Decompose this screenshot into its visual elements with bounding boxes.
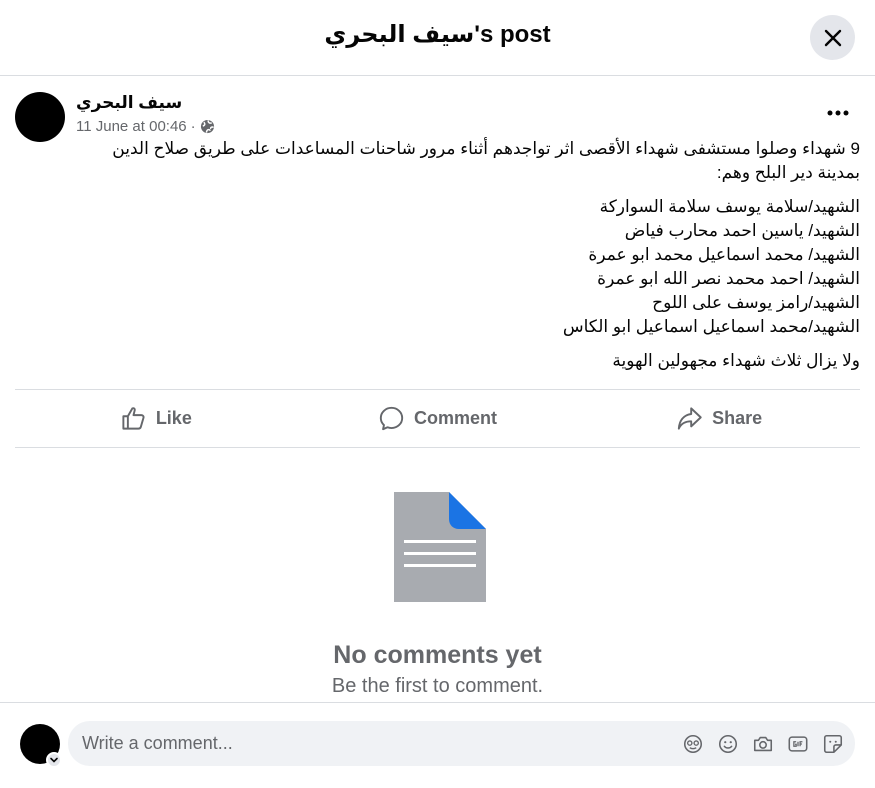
empty-state-subtitle: Be the first to comment. xyxy=(331,675,544,697)
like-button[interactable]: Like xyxy=(15,390,297,447)
sticker-button[interactable] xyxy=(820,731,845,756)
author-avatar[interactable] xyxy=(15,92,65,142)
comment-button[interactable]: Comment xyxy=(297,390,579,447)
like-label: Like xyxy=(155,408,192,428)
gif-button[interactable] xyxy=(785,731,810,756)
author-name[interactable]: سيف البحري xyxy=(76,93,182,113)
share-label: Share xyxy=(712,408,763,428)
close-button[interactable] xyxy=(810,15,855,60)
martyr-name: الشهيد/ محمد اسماعيل محمد ابو عمرة xyxy=(588,245,860,264)
like-icon xyxy=(122,407,145,430)
post-options-button[interactable] xyxy=(820,98,856,128)
comment-input[interactable] xyxy=(82,721,642,766)
post-outro: ولا يزال ثلاث شهداء مجهولين الهوية xyxy=(612,351,860,370)
more-icon xyxy=(827,110,849,116)
share-icon xyxy=(678,407,702,430)
martyr-name: الشهيد/ احمد محمد نصر الله ابو عمرة xyxy=(597,269,860,288)
post-meta: 11 June at 00:46 · xyxy=(76,118,215,135)
martyr-name: الشهيد/رامز يوسف على اللوح xyxy=(652,293,860,312)
empty-state-title: No comments yet xyxy=(333,641,542,669)
martyr-name: الشهيد/سلامة يوسف سلامة السواركة xyxy=(599,197,860,216)
martyr-name: الشهيد/محمد اسماعيل اسماعيل ابو الكاس xyxy=(562,317,860,336)
chevron-down-icon xyxy=(50,757,58,763)
comment-input-wrapper xyxy=(68,721,855,766)
close-icon xyxy=(824,29,841,46)
globe-icon xyxy=(200,119,214,134)
camera-icon xyxy=(753,736,772,751)
sticker-icon xyxy=(823,734,842,753)
page-title: سيف البحري's post xyxy=(324,21,551,48)
avatar-sticker-button[interactable] xyxy=(680,731,705,756)
martyr-name: الشهيد/ ياسين احمد محارب فياض xyxy=(624,221,860,240)
share-button[interactable]: Share xyxy=(578,390,860,447)
gif-icon xyxy=(788,735,807,752)
post-action-bar: Like Comment Share xyxy=(15,389,860,448)
post-timestamp[interactable]: 11 June at 00:46 xyxy=(76,118,187,135)
post-intro-line-1: 9 شهداء وصلوا مستشفى شهداء الأقصى اثر تو… xyxy=(112,139,860,158)
photo-button[interactable] xyxy=(750,731,775,756)
post-intro-line-2: بمدينة دير البلح وهم: xyxy=(716,163,860,182)
composer-tools xyxy=(680,731,845,756)
post-body: 9 شهداء وصلوا مستشفى شهداء الأقصى اثر تو… xyxy=(40,137,860,373)
emoji-button[interactable] xyxy=(715,731,740,756)
avatar-sticker-icon xyxy=(683,734,702,753)
meta-separator: · xyxy=(190,118,196,135)
comment-label: Comment xyxy=(414,408,498,428)
document-icon xyxy=(394,492,486,602)
account-switch-button[interactable] xyxy=(46,752,62,768)
comment-icon xyxy=(379,406,404,431)
emoji-icon xyxy=(718,734,737,753)
dialog-header: سيف البحري's post xyxy=(0,0,875,76)
comment-composer xyxy=(0,702,875,788)
